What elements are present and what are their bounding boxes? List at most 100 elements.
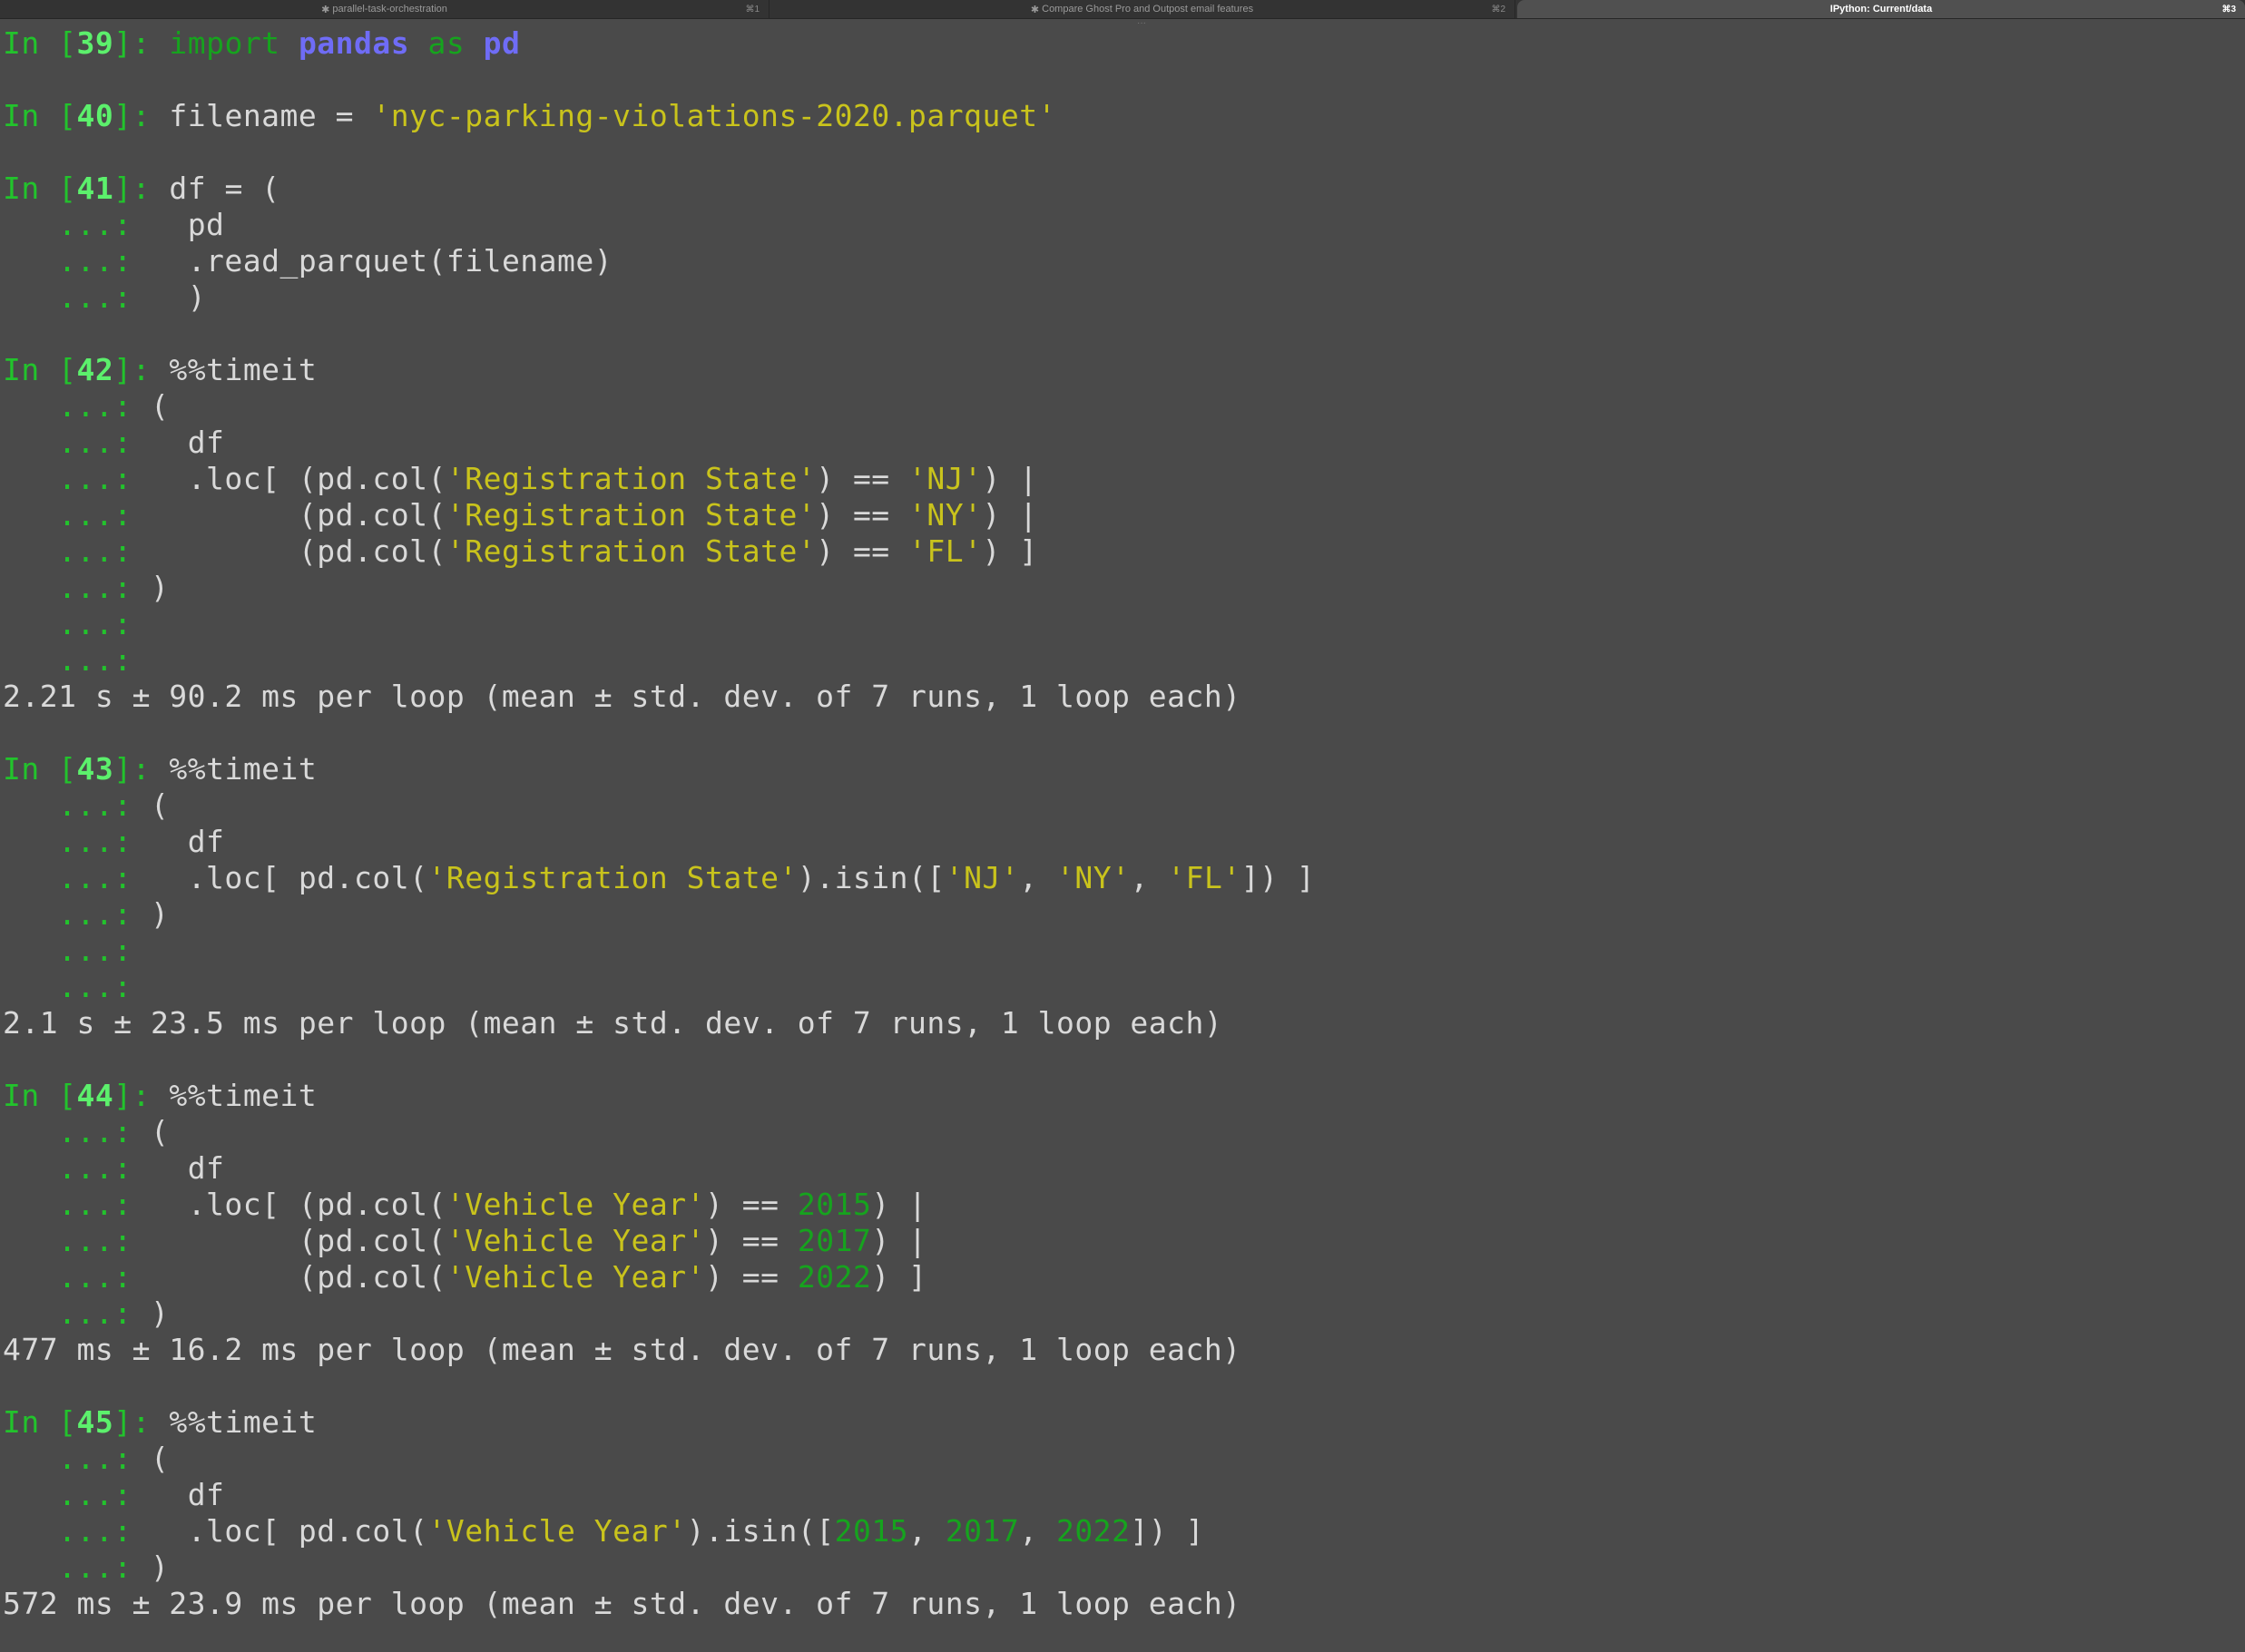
- code-token: 'NY': [908, 497, 983, 533]
- code-token: ): [150, 896, 170, 932]
- code-token: ...:: [3, 243, 151, 279]
- code-token: In [: [3, 171, 77, 206]
- console-line: ...:: [3, 969, 2235, 1005]
- console-line: 2.1 s ± 23.5 ms per loop (mean ± std. de…: [3, 1005, 2235, 1041]
- code-token: ) |: [871, 1187, 927, 1222]
- tab-label: parallel-task-orchestration: [332, 4, 447, 15]
- code-token: In [: [3, 25, 77, 61]
- code-token: ]:: [113, 1078, 170, 1113]
- code-token: In [: [3, 1078, 77, 1113]
- console-line: ...: .loc[ (pd.col('Vehicle Year') == 20…: [3, 1187, 2235, 1223]
- code-token: ) ==: [816, 533, 909, 569]
- console-line: ...: ): [3, 279, 2235, 316]
- code-token: ): [150, 279, 207, 315]
- code-token: ...:: [3, 388, 151, 424]
- code-token: ]:: [113, 171, 170, 206]
- console-line: 2.21 s ± 90.2 ms per loop (mean ± std. d…: [3, 679, 2235, 715]
- console-line: ...: ): [3, 896, 2235, 933]
- code-token: ]:: [113, 98, 170, 133]
- console-line: In [39]: import pandas as pd: [3, 25, 2235, 62]
- console-line: ...:: [3, 642, 2235, 679]
- code-token: 'NY': [1056, 860, 1131, 895]
- console-line: ...: ): [3, 1549, 2235, 1586]
- console-line: In [40]: filename = 'nyc-parking-violati…: [3, 98, 2235, 134]
- code-token: ]) ]: [1240, 860, 1316, 895]
- console-line: ​: [3, 715, 2235, 751]
- code-token: .read_parquet(filename): [150, 243, 613, 279]
- console-line: In [42]: %%timeit: [3, 352, 2235, 388]
- console-line: ​: [3, 134, 2235, 171]
- tab-parallel-task-orchestration[interactable]: ✱ parallel-task-orchestration ⌘1: [0, 0, 770, 18]
- code-token: 'NJ': [945, 860, 1020, 895]
- code-token: 39: [76, 25, 114, 61]
- tab-ipython-current-data[interactable]: IPython: Current/data ⌘3: [1517, 0, 2245, 18]
- tab-compare-ghost-pro[interactable]: ✱ Compare Ghost Pro and Outpost email fe…: [770, 0, 1515, 18]
- code-token: %%timeit: [169, 751, 318, 787]
- code-token: (: [150, 787, 170, 823]
- code-token: 40: [76, 98, 114, 133]
- code-token: (pd.col(: [150, 533, 446, 569]
- code-token: ) ]: [982, 533, 1038, 569]
- code-token: ...:: [3, 969, 132, 1004]
- console-line: ...: .loc[ pd.col('Vehicle Year').isin([…: [3, 1513, 2235, 1549]
- console-line: ...: df: [3, 1150, 2235, 1187]
- code-token: ...:: [3, 896, 151, 932]
- code-token: ,: [1130, 860, 1168, 895]
- code-token: ) |: [871, 1223, 927, 1258]
- code-token: 'Vehicle Year': [446, 1259, 705, 1295]
- console-line: ​: [3, 1041, 2235, 1078]
- code-token: %%timeit: [169, 1078, 318, 1113]
- terminal-dot-icon: ✱: [1030, 4, 1040, 15]
- code-token: ...:: [3, 1513, 151, 1549]
- console-line: ...: ): [3, 570, 2235, 606]
- code-token: ...:: [3, 1441, 151, 1476]
- code-token: .loc[ pd.col(: [150, 1513, 428, 1549]
- code-token: ...:: [3, 787, 151, 823]
- code-token: In [: [3, 98, 77, 133]
- code-token: .loc[ (pd.col(: [150, 1187, 446, 1222]
- code-token: ) ==: [705, 1187, 798, 1222]
- code-token: ...:: [3, 207, 151, 242]
- code-token: ,: [908, 1513, 946, 1549]
- console-line: ...: .read_parquet(filename): [3, 243, 2235, 279]
- code-token: 'FL': [1167, 860, 1241, 895]
- code-token: df: [150, 425, 225, 460]
- code-token: as: [427, 25, 466, 61]
- console-line: 477 ms ± 16.2 ms per loop (mean ± std. d…: [3, 1332, 2235, 1368]
- code-token: df: [150, 1150, 225, 1186]
- console-line: In [41]: df = (: [3, 171, 2235, 207]
- code-token: ...:: [3, 642, 132, 678]
- tab-label: Compare Ghost Pro and Outpost email feat…: [1042, 4, 1254, 15]
- ipython-console[interactable]: In [39]: import pandas as pd​In [40]: fi…: [3, 25, 2235, 1622]
- code-token: %%timeit: [169, 352, 318, 387]
- code-token: 'Vehicle Year': [446, 1223, 705, 1258]
- code-token: ...:: [3, 1150, 151, 1186]
- code-token: In [: [3, 1404, 77, 1440]
- tab-bar: ✱ parallel-task-orchestration ⌘1 ✱ Compa…: [0, 0, 2245, 19]
- code-token: import: [169, 25, 280, 61]
- code-token: pd: [483, 25, 521, 61]
- code-token: ,: [1019, 1513, 1057, 1549]
- code-token: (: [150, 388, 170, 424]
- code-token: ]:: [113, 751, 170, 787]
- code-token: 42: [76, 352, 114, 387]
- code-token: ) |: [982, 497, 1038, 533]
- code-token: 'Registration State': [427, 860, 798, 895]
- code-token: 'Registration State': [446, 461, 817, 496]
- code-token: ) ==: [705, 1223, 798, 1258]
- code-token: 'nyc-parking-violations-2020.parquet': [372, 98, 1056, 133]
- code-token: ...:: [3, 1114, 151, 1149]
- code-token: 2022: [1056, 1513, 1131, 1549]
- console-line: In [45]: %%timeit: [3, 1404, 2235, 1441]
- console-line: ...: (pd.col('Vehicle Year') == 2022) ]: [3, 1259, 2235, 1295]
- console-line: ...: (: [3, 1441, 2235, 1477]
- code-token: ...:: [3, 606, 132, 641]
- code-token: df: [150, 824, 225, 859]
- console-line: 572 ms ± 23.9 ms per loop (mean ± std. d…: [3, 1586, 2235, 1622]
- code-token: .loc[ (pd.col(: [150, 461, 446, 496]
- code-token: 572 ms ± 23.9 ms per loop (mean ± std. d…: [3, 1586, 1241, 1621]
- console-line: ...: (pd.col('Registration State') == 'N…: [3, 497, 2235, 533]
- code-token: ...:: [3, 824, 151, 859]
